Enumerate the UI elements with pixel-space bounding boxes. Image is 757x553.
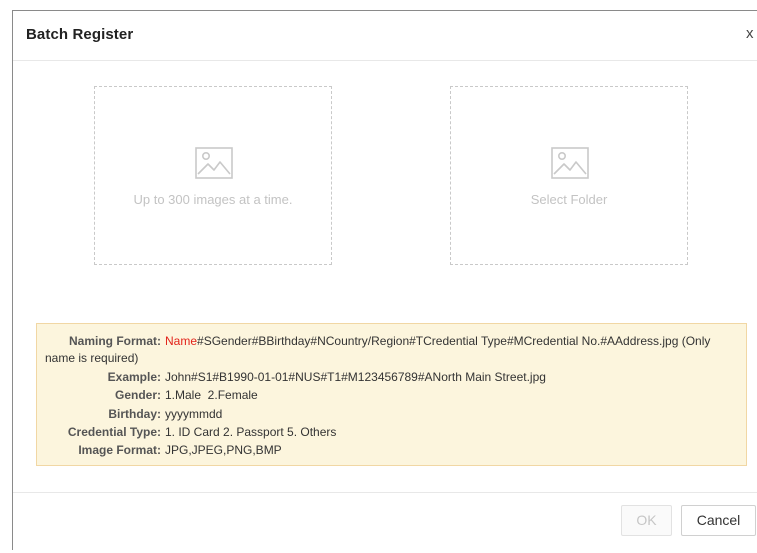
- gender-label: Gender:: [114, 388, 161, 402]
- birthday-value: yyyymmdd: [165, 407, 223, 421]
- naming-format-value: Name#SGender#BBirthday#NCountry/Region#T…: [165, 333, 710, 349]
- naming-format-name: Name: [165, 334, 198, 348]
- image-icon: [551, 147, 589, 179]
- dialog-title: Batch Register: [26, 26, 134, 43]
- example-label: Example:: [107, 370, 161, 384]
- upload-images-area[interactable]: Up to 300 images at a time.: [94, 86, 332, 265]
- naming-format-rest: #SGender#BBirthday#NCountry/Region#TCred…: [197, 334, 711, 348]
- birthday-label: Birthday:: [108, 407, 161, 421]
- gender-value: 1.Male 2.Female: [165, 388, 258, 402]
- naming-format-label: Naming Format:: [68, 334, 161, 348]
- batch-register-dialog: Batch Register x Up to 300 images at a t…: [12, 10, 757, 550]
- cancel-button[interactable]: Cancel: [681, 505, 756, 536]
- select-folder-text: Select Folder: [530, 192, 608, 207]
- naming-format-wrap: name is required): [45, 351, 139, 365]
- image-format-value: JPG,JPEG,PNG,BMP: [165, 443, 282, 457]
- image-format-label: Image Format:: [78, 443, 161, 457]
- dialog-footer: OK Cancel: [13, 492, 757, 553]
- image-icon: [195, 147, 233, 179]
- example-value: John#S1#B1990-01-01#NUS#T1#M123456789#AN…: [165, 370, 546, 384]
- ok-button[interactable]: OK: [621, 505, 672, 536]
- select-folder-area[interactable]: Select Folder: [450, 86, 688, 265]
- naming-info-panel: Naming Format: Name#SGender#BBirthday#NC…: [36, 323, 747, 466]
- close-icon[interactable]: x: [746, 25, 754, 43]
- upload-images-text: Up to 300 images at a time.: [133, 192, 293, 207]
- credential-type-label: Credential Type:: [67, 425, 161, 439]
- credential-type-value: 1. ID Card 2. Passport 5. Others: [165, 425, 337, 439]
- dialog-header: Batch Register x: [13, 11, 757, 61]
